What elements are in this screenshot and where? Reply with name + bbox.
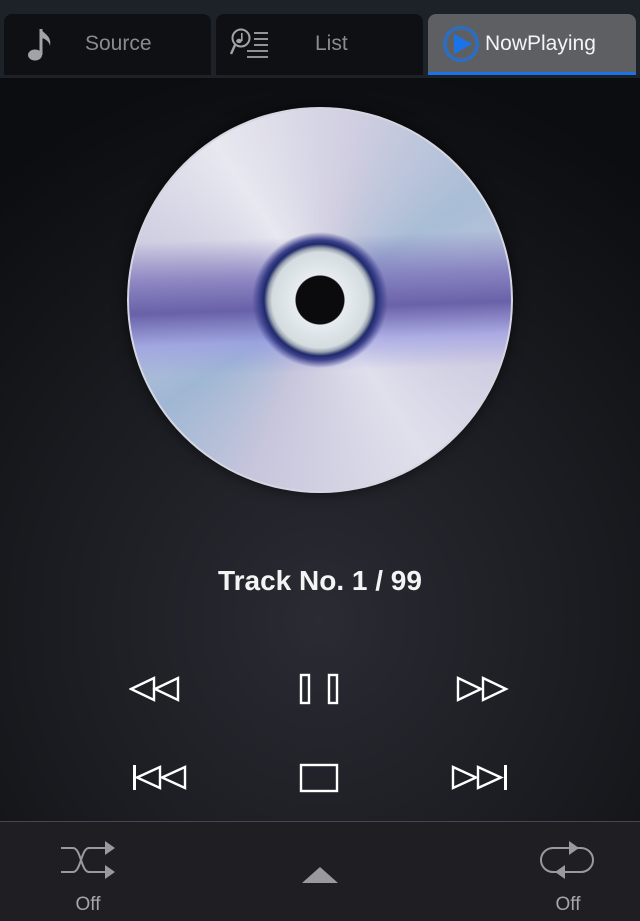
search-list-icon	[229, 28, 268, 58]
shuffle-state: Off	[75, 894, 101, 915]
tab-nowplaying-label: NowPlaying	[485, 32, 596, 55]
tab-list-label: List	[315, 32, 348, 55]
play-circle-icon	[443, 26, 479, 62]
tab-source[interactable]: Source	[4, 14, 211, 75]
tab-bar: Source List NowPlaying	[0, 0, 640, 78]
cd-disc-image	[127, 107, 513, 493]
rewind-button[interactable]	[129, 675, 185, 705]
fast-forward-button[interactable]	[456, 675, 512, 705]
pause-button[interactable]	[299, 673, 341, 707]
music-note-icon	[28, 29, 51, 61]
repeat-button[interactable]	[539, 840, 595, 882]
next-track-button[interactable]	[451, 764, 511, 794]
tab-nowplaying[interactable]: NowPlaying	[428, 14, 636, 75]
expand-up-button[interactable]	[301, 866, 339, 884]
shuffle-button[interactable]	[59, 840, 117, 882]
repeat-state: Off	[555, 894, 581, 915]
stop-button[interactable]	[299, 763, 341, 795]
tab-list[interactable]: List	[216, 14, 423, 75]
previous-track-button[interactable]	[131, 764, 191, 794]
tab-source-label: Source	[85, 32, 152, 55]
track-number-label: Track No. 1 / 99	[218, 565, 422, 596]
bottom-bar: Off Off	[0, 821, 640, 921]
